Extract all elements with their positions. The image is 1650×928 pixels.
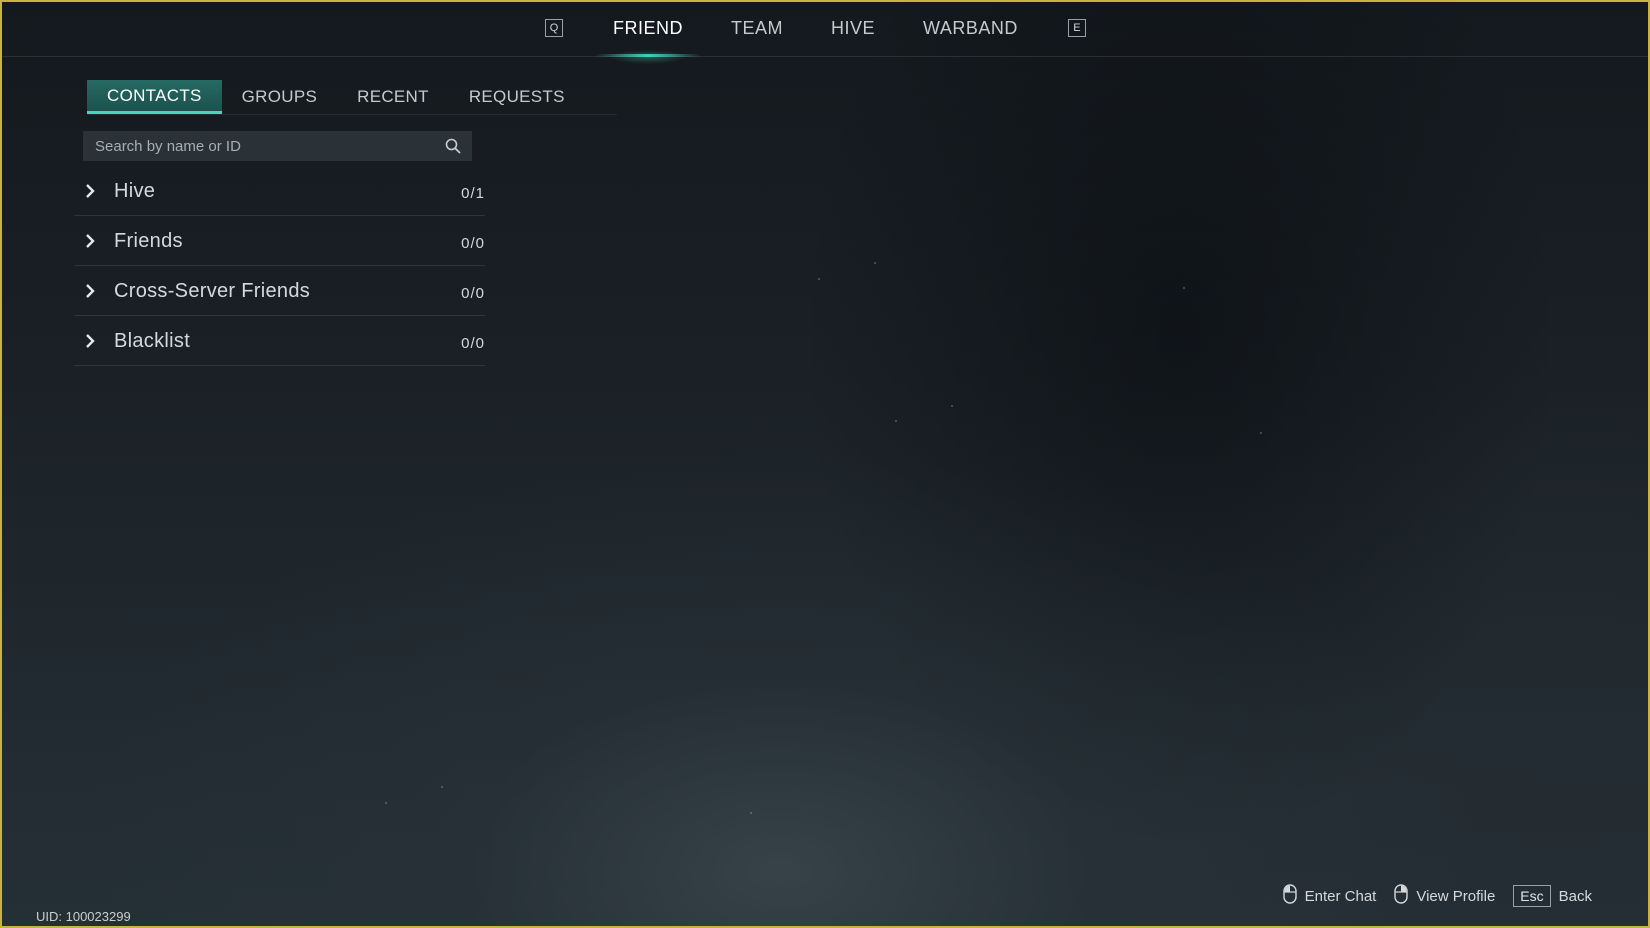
view-profile-hint[interactable]: View Profile — [1394, 884, 1495, 908]
background-speck — [895, 420, 897, 422]
search-icon[interactable] — [444, 137, 462, 155]
enter-chat-hint[interactable]: Enter Chat — [1282, 884, 1377, 908]
group-row-cross-server-friends[interactable]: Cross-Server Friends 0/0 — [74, 267, 485, 316]
search-input[interactable] — [93, 136, 444, 156]
mouse-left-click-icon — [1282, 884, 1297, 908]
group-row-hive[interactable]: Hive 0/1 — [74, 167, 485, 216]
subtab-groups[interactable]: GROUPS — [222, 80, 337, 114]
view-profile-label: View Profile — [1416, 887, 1496, 905]
group-name: Friends — [114, 229, 183, 252]
background-speck — [441, 786, 443, 788]
subtab-contacts-label: CONTACTS — [107, 85, 202, 105]
background-speck — [1183, 287, 1185, 289]
top-nav-bar: Q FRIEND TEAM HIVE WARBAND E — [545, 0, 1086, 64]
group-count: 0/0 — [461, 335, 485, 352]
group-name: Hive — [114, 179, 156, 202]
next-tab-key-hint[interactable]: E — [1067, 19, 1086, 37]
background-speck — [385, 802, 387, 804]
chevron-right-icon — [84, 283, 100, 299]
chevron-right-icon — [84, 333, 100, 349]
user-id-label: UID: 100023299 — [36, 909, 131, 924]
mouse-right-click-icon — [1394, 884, 1409, 908]
group-row-friends[interactable]: Friends 0/0 — [74, 217, 485, 266]
tab-warband-label: WARBAND — [923, 17, 1018, 38]
subtab-recent[interactable]: RECENT — [337, 80, 449, 114]
search-box — [83, 131, 472, 161]
tab-friend-label: FRIEND — [613, 17, 683, 38]
tab-warband[interactable]: WARBAND — [899, 0, 1042, 56]
background-speck — [1260, 432, 1262, 434]
control-hints: Enter Chat View Profile Esc Back — [1282, 884, 1592, 908]
background-speck — [750, 812, 752, 814]
tab-hive[interactable]: HIVE — [807, 0, 899, 56]
subtab-requests-label: REQUESTS — [468, 87, 565, 106]
subtab-recent-label: RECENT — [357, 87, 429, 106]
background-speck — [874, 262, 876, 264]
enter-chat-label: Enter Chat — [1304, 887, 1377, 905]
tab-friend[interactable]: FRIEND — [589, 0, 707, 64]
group-count: 0/0 — [461, 235, 485, 252]
background-speck — [951, 405, 953, 407]
group-row-blacklist[interactable]: Blacklist 0/0 — [74, 317, 485, 366]
subtab-requests[interactable]: REQUESTS — [449, 80, 585, 114]
tab-team[interactable]: TEAM — [707, 0, 807, 56]
chevron-right-icon — [84, 183, 100, 199]
subtab-groups-label: GROUPS — [241, 87, 318, 106]
back-hint[interactable]: Esc Back — [1513, 885, 1592, 907]
group-name: Cross-Server Friends — [114, 279, 311, 302]
group-name: Blacklist — [114, 329, 191, 352]
tab-hive-label: HIVE — [831, 17, 876, 38]
chevron-right-icon — [84, 233, 100, 249]
subtab-contacts[interactable]: CONTACTS — [87, 80, 222, 114]
contact-group-list: Hive 0/1 Friends 0/0 Cross-Server Friend… — [74, 167, 485, 367]
tab-team-label: TEAM — [731, 17, 784, 38]
background-speck — [818, 278, 820, 280]
group-count: 0/0 — [461, 285, 485, 302]
esc-key-icon: Esc — [1513, 885, 1551, 907]
top-navigation: Q FRIEND TEAM HIVE WARBAND E — [0, 0, 1650, 64]
group-count: 0/1 — [461, 185, 485, 202]
contacts-subtabs: CONTACTS GROUPS RECENT REQUESTS — [87, 80, 617, 115]
prev-tab-key-hint[interactable]: Q — [545, 19, 563, 37]
back-label: Back — [1558, 887, 1592, 905]
